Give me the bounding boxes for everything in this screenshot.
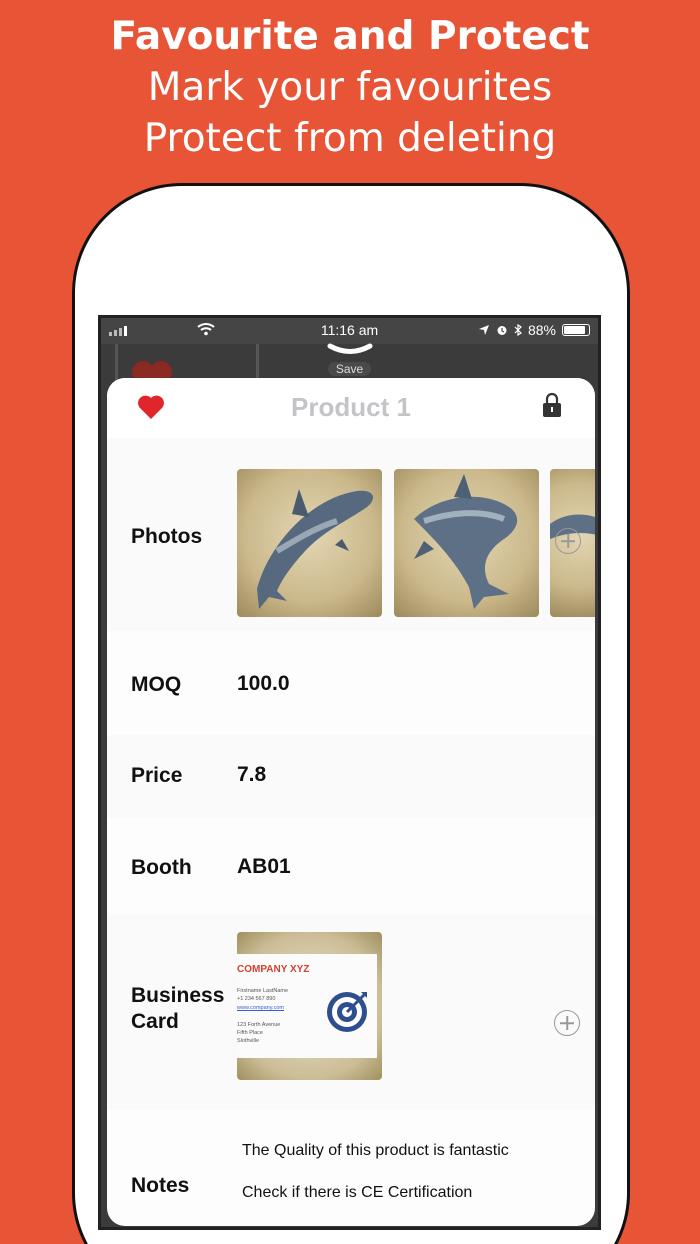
booth-value[interactable]: AB01 — [237, 855, 291, 879]
status-bar: 11:16 am 88% — [101, 318, 598, 344]
save-control[interactable]: Save — [101, 342, 598, 378]
moq-value[interactable]: 100.0 — [237, 672, 290, 696]
dolphin-image — [414, 474, 518, 609]
card-web: www.company.com — [237, 1005, 284, 1011]
business-card-image[interactable]: COMPANY XYZ Firstname LastName +1 234 56… — [237, 932, 382, 1080]
notes-label: Notes — [131, 1174, 190, 1197]
business-card-label-line1: Business — [131, 984, 225, 1007]
status-right: 88% — [478, 322, 590, 338]
price-label: Price — [131, 764, 183, 787]
notes-row: Notes The Quality of this product is fan… — [107, 1110, 595, 1226]
promo-headline: Favourite and Protect Mark your favourit… — [0, 12, 700, 164]
notes-line-2[interactable]: Check if there is CE Certification — [242, 1184, 472, 1202]
battery-percent: 88% — [527, 322, 556, 338]
price-value[interactable]: 7.8 — [237, 763, 266, 787]
card-name: Firstname LastName — [237, 988, 289, 994]
card-company: COMPANY XYZ — [237, 964, 310, 975]
save-button[interactable]: Save — [327, 362, 372, 376]
phone-screen: 11:16 am 88% Save Product 1 Photos MOQ 1… — [98, 315, 601, 1230]
add-business-card-button[interactable] — [554, 1010, 580, 1036]
notes-line-1[interactable]: The Quality of this product is fantastic — [242, 1142, 509, 1160]
photos-row: Photos — [107, 438, 595, 631]
business-card-label: Business Card — [131, 983, 224, 1035]
lock-icon[interactable] — [542, 392, 562, 418]
booth-label: Booth — [131, 856, 192, 879]
card-address-2: Fifth Place — [237, 1030, 263, 1036]
chevron-down-icon[interactable] — [327, 343, 373, 355]
business-card-label-line2: Card — [131, 1010, 179, 1033]
add-photo-button[interactable] — [555, 528, 581, 554]
product-title: Product 1 — [291, 392, 411, 422]
moq-row: MOQ 100.0 — [107, 631, 595, 735]
promo-line-1: Mark your favourites — [147, 65, 553, 110]
promo-title: Favourite and Protect — [110, 14, 590, 59]
business-card-row: Business Card COMPANY XYZ Firstname Last… — [107, 915, 595, 1110]
booth-row: Booth AB01 — [107, 818, 595, 915]
moq-label: MOQ — [131, 673, 182, 696]
price-row: Price 7.8 — [107, 735, 595, 818]
target-icon — [327, 992, 367, 1032]
dolphin-image — [257, 489, 373, 609]
battery-icon — [562, 324, 590, 336]
sheet-header: Product 1 — [107, 378, 595, 438]
card-address-1: 123 Forth Avenue — [237, 1022, 281, 1028]
alarm-icon — [497, 326, 507, 335]
promo-line-2: Protect from deleting — [143, 116, 557, 161]
business-card-face: COMPANY XYZ Firstname LastName +1 234 56… — [237, 954, 377, 1058]
photos-label: Photos — [131, 525, 203, 548]
location-icon — [478, 325, 489, 335]
product-sheet: Product 1 Photos MOQ 100.0 Price 7.8 Boo… — [107, 378, 595, 1226]
photo-thumbnail[interactable] — [237, 469, 382, 617]
photo-thumbnail[interactable] — [394, 469, 539, 617]
card-address-3: Slothville — [237, 1038, 260, 1044]
card-phone: +1 234 567 890 — [237, 996, 276, 1002]
bluetooth-icon — [514, 324, 522, 336]
